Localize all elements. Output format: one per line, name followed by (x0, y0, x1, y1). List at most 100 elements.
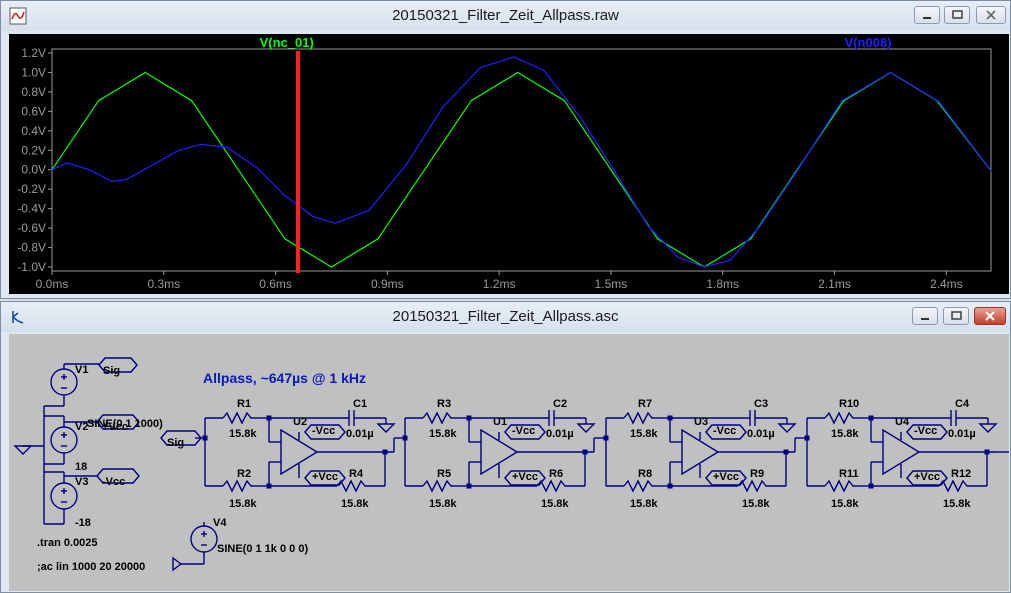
label-r8[interactable]: R8 (638, 468, 652, 480)
value-r8[interactable]: 15.8k (630, 498, 658, 510)
ground-icon[interactable] (172, 556, 183, 572)
label-u3[interactable]: U3 (694, 416, 708, 428)
source-v4-name[interactable]: V4 (213, 517, 226, 529)
vpos-flag-label[interactable]: +Vcc (312, 471, 338, 483)
vneg-flag-label[interactable]: -Vcc (914, 425, 937, 437)
label-r11[interactable]: R11 (839, 468, 859, 480)
label-r2[interactable]: R2 (237, 468, 251, 480)
resistor-r12[interactable] (938, 479, 969, 493)
net-flag-v2-vpos[interactable]: +Vcc (102, 421, 128, 433)
value-r1[interactable]: 15.8k (229, 428, 257, 440)
net-flag-v1-sig[interactable]: Sig (103, 365, 120, 377)
resistor-r5[interactable] (422, 479, 453, 493)
ground-icon[interactable] (777, 423, 797, 433)
label-r9[interactable]: R9 (750, 468, 764, 480)
legend-entry[interactable]: V(nc_01) (260, 35, 314, 50)
junction-dot (804, 435, 810, 441)
series-line-vn008[interactable] (51, 56, 992, 268)
y-tick-label: 0.8V (21, 85, 46, 99)
close-button[interactable] (976, 6, 1006, 24)
label-r7[interactable]: R7 (638, 398, 652, 410)
schematic-close-button[interactable] (974, 307, 1006, 325)
ground-icon[interactable] (978, 423, 998, 433)
value-r12[interactable]: 15.8k (943, 498, 971, 510)
vpos-flag-label[interactable]: +Vcc (713, 471, 739, 483)
cursor-marker[interactable] (295, 51, 300, 273)
source-v1-name[interactable]: V1 (75, 364, 88, 376)
series-line-vnc01[interactable] (51, 71, 992, 268)
label-u4[interactable]: U4 (895, 416, 909, 428)
minimize-button[interactable] (914, 6, 940, 24)
label-r4[interactable]: R4 (349, 468, 363, 480)
waveform-chart[interactable]: 1.2V 1.0V 0.8V 0.6V 0.4V 0.2V 0.0V -0.2V -0.4V -0… (9, 34, 1009, 294)
source-v4-value[interactable]: SINE(0 1 1k 0 0 0) (217, 543, 308, 555)
label-r10[interactable]: R10 (839, 398, 859, 410)
directive-ac[interactable]: ;ac lin 1000 20 20000 (37, 561, 145, 573)
maximize-button[interactable] (944, 6, 970, 24)
value-r7[interactable]: 15.8k (630, 428, 658, 440)
ground-icon[interactable] (576, 423, 596, 433)
source-v4-symbol[interactable] (190, 525, 218, 553)
data-point (759, 225, 761, 227)
resistor-r9[interactable] (737, 479, 768, 493)
directive-tran[interactable]: .tran 0.0025 (37, 537, 98, 549)
label-r5[interactable]: R5 (437, 468, 451, 480)
label-c3[interactable]: C3 (754, 398, 768, 410)
source-v3-symbol[interactable] (50, 482, 78, 510)
resistor-r4[interactable] (336, 479, 367, 493)
resistor-r6[interactable] (536, 479, 567, 493)
resistor-r2[interactable] (222, 479, 253, 493)
value-r3[interactable]: 15.8k (429, 428, 457, 440)
label-u1[interactable]: U1 (493, 416, 507, 428)
schematic-maximize-button[interactable] (943, 307, 969, 325)
value-c2[interactable]: 0.01µ (546, 428, 574, 440)
net-flag-input-sig[interactable]: Sig (167, 437, 184, 449)
vneg-flag-label[interactable]: -Vcc (713, 425, 736, 437)
schematic-canvas[interactable]: Allpass, ~647µs @ 1 kHz V1 V2 V3 V4 SINE… (9, 334, 1009, 591)
net-flag-v3-vneg[interactable]: -Vcc (102, 476, 125, 488)
ground-icon[interactable] (376, 423, 396, 433)
value-r2[interactable]: 15.8k (229, 498, 257, 510)
resistor-r10[interactable] (824, 411, 855, 425)
label-r12[interactable]: R12 (951, 468, 971, 480)
vpos-flag-label[interactable]: +Vcc (914, 471, 940, 483)
vneg-flag-label[interactable]: -Vcc (512, 425, 535, 437)
source-v3-value[interactable]: -18 (75, 517, 91, 529)
source-v2-value[interactable]: 18 (75, 461, 87, 473)
value-c4[interactable]: 0.01µ (948, 428, 976, 440)
value-r10[interactable]: 15.8k (831, 428, 859, 440)
value-c3[interactable]: 0.01µ (747, 428, 775, 440)
value-r9[interactable]: 15.8k (742, 498, 770, 510)
source-v1-symbol[interactable] (50, 368, 78, 396)
resistor-r1[interactable] (222, 411, 253, 425)
vpos-flag-label[interactable]: +Vcc (512, 471, 538, 483)
label-c2[interactable]: C2 (553, 398, 567, 410)
schematic-minimize-button[interactable] (912, 307, 938, 325)
value-r6[interactable]: 15.8k (541, 498, 569, 510)
resistor-r11[interactable] (824, 479, 855, 493)
value-r11[interactable]: 15.8k (831, 498, 859, 510)
source-v2-symbol[interactable] (50, 426, 78, 454)
value-r4[interactable]: 15.8k (341, 498, 369, 510)
source-v3-name[interactable]: V3 (75, 476, 88, 488)
resistor-r3[interactable] (422, 411, 453, 425)
waveform-plot[interactable]: 1.2V 1.0V 0.8V 0.6V 0.4V 0.2V 0.0V -0.2V -0.4V -0… (9, 34, 1009, 294)
data-point (312, 215, 314, 218)
x-tick-label: 0.3ms (147, 277, 180, 291)
label-c1[interactable]: C1 (353, 398, 367, 410)
value-c1[interactable]: 0.01µ (346, 428, 374, 440)
ground-icon[interactable] (13, 445, 33, 455)
legend-entry[interactable]: V(n008) (845, 35, 892, 50)
resistor-r7[interactable] (623, 411, 654, 425)
label-r3[interactable]: R3 (437, 398, 451, 410)
vneg-flag-label[interactable]: -Vcc (312, 425, 335, 437)
resistor-r8[interactable] (623, 479, 654, 493)
data-point (377, 238, 379, 240)
label-u2[interactable]: U2 (293, 416, 307, 428)
schematic-titlebar[interactable]: 20150321_Filter_Zeit_Allpass.asc (1, 302, 1010, 332)
label-r6[interactable]: R6 (549, 468, 563, 480)
label-c4[interactable]: C4 (955, 398, 969, 410)
label-r1[interactable]: R1 (237, 398, 251, 410)
waveform-titlebar[interactable]: 20150321_Filter_Zeit_Allpass.raw (1, 1, 1010, 31)
value-r5[interactable]: 15.8k (429, 498, 457, 510)
